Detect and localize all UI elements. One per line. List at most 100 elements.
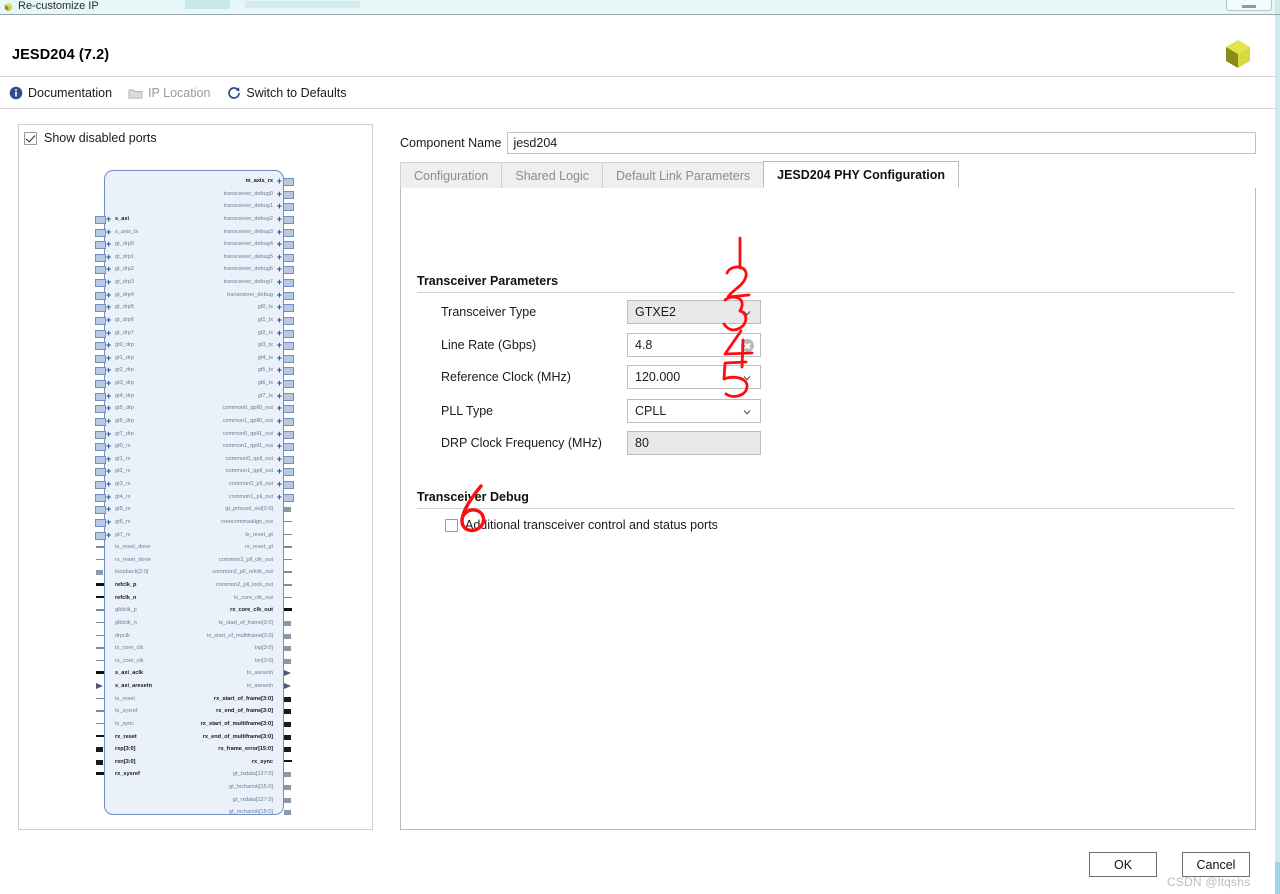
expand-port-icon[interactable]: + bbox=[277, 226, 282, 239]
combo-pll-type[interactable]: CPLL bbox=[627, 399, 761, 423]
expand-port-icon[interactable]: + bbox=[106, 289, 111, 302]
port-pin bbox=[95, 592, 105, 605]
additional-transceiver-ports-label: Additional transceiver control and statu… bbox=[465, 518, 718, 532]
expand-port-icon[interactable]: + bbox=[277, 301, 282, 314]
expand-port-icon[interactable]: + bbox=[106, 428, 111, 441]
port-pin bbox=[283, 806, 293, 819]
expand-port-icon[interactable]: + bbox=[106, 440, 111, 453]
port-label: transceiver_debug5 bbox=[223, 253, 273, 260]
expand-port-icon[interactable]: + bbox=[277, 390, 282, 403]
expand-port-icon[interactable]: + bbox=[106, 465, 111, 478]
input-drp-clock-frequency[interactable]: 80 bbox=[627, 431, 761, 455]
expand-port-icon[interactable]: + bbox=[277, 276, 282, 289]
toolbar-item-switch-to-defaults[interactable]: Switch to Defaults bbox=[226, 86, 346, 101]
port-pin bbox=[95, 642, 105, 655]
expand-port-icon[interactable]: + bbox=[277, 415, 282, 428]
port-label: tx_sync bbox=[115, 720, 134, 727]
tab-shared-logic[interactable]: Shared Logic bbox=[501, 162, 604, 188]
expand-port-icon[interactable]: + bbox=[106, 276, 111, 289]
expand-port-icon[interactable]: + bbox=[277, 428, 282, 441]
expand-port-icon[interactable]: + bbox=[106, 402, 111, 415]
label-drp-clock-frequency: DRP Clock Frequency (MHz) bbox=[441, 436, 602, 450]
label-transceiver-type: Transceiver Type bbox=[441, 305, 537, 319]
expand-port-icon[interactable]: + bbox=[106, 529, 111, 542]
expand-port-icon[interactable]: + bbox=[277, 175, 282, 188]
expand-port-icon[interactable]: + bbox=[106, 478, 111, 491]
expand-port-icon[interactable]: + bbox=[106, 238, 111, 251]
scrollbar-thumb[interactable] bbox=[1275, 862, 1280, 894]
expand-port-icon[interactable]: + bbox=[106, 415, 111, 428]
expand-port-icon[interactable]: + bbox=[106, 263, 111, 276]
cancel-button[interactable]: Cancel bbox=[1182, 852, 1250, 877]
clear-icon[interactable] bbox=[741, 339, 754, 352]
expand-port-icon[interactable]: + bbox=[106, 453, 111, 466]
input-line-rate[interactable]: 4.8 bbox=[627, 333, 761, 357]
tab-configuration[interactable]: Configuration bbox=[400, 162, 503, 188]
expand-port-icon[interactable]: + bbox=[277, 238, 282, 251]
expand-port-icon[interactable]: + bbox=[277, 377, 282, 390]
port-label: tx_core_clk bbox=[115, 645, 144, 652]
expand-port-icon[interactable]: + bbox=[106, 339, 111, 352]
expand-port-icon[interactable]: + bbox=[277, 314, 282, 327]
expand-port-icon[interactable]: + bbox=[277, 352, 282, 365]
expand-port-icon[interactable]: + bbox=[277, 327, 282, 340]
expand-port-icon[interactable]: + bbox=[106, 314, 111, 327]
expand-port-icon[interactable]: + bbox=[106, 503, 111, 516]
port-label: gt3_rx bbox=[115, 481, 131, 487]
field-row-transceiver-type: Transceiver Type GTXE2 bbox=[441, 300, 941, 324]
expand-port-icon[interactable]: + bbox=[277, 200, 282, 213]
expand-port-icon[interactable]: + bbox=[277, 213, 282, 226]
expand-port-icon[interactable]: + bbox=[277, 364, 282, 377]
toolbar-item-ip-location[interactable]: IP Location bbox=[128, 86, 210, 101]
expand-port-icon[interactable]: + bbox=[277, 339, 282, 352]
combo-transceiver-type[interactable]: GTXE2 bbox=[627, 300, 761, 324]
expand-port-icon[interactable]: + bbox=[277, 289, 282, 302]
expand-port-icon[interactable]: + bbox=[106, 213, 111, 226]
port-pin: + bbox=[95, 301, 111, 314]
expand-port-icon[interactable]: + bbox=[106, 364, 111, 377]
toolbar-item-documentation[interactable]: Documentation bbox=[8, 86, 112, 101]
expand-port-icon[interactable]: + bbox=[106, 377, 111, 390]
port-pin bbox=[283, 768, 293, 781]
port-pin bbox=[95, 604, 105, 617]
port-pin: + bbox=[277, 200, 294, 213]
expand-port-icon[interactable]: + bbox=[277, 478, 282, 491]
tab-jesd204-phy-configuration[interactable]: JESD204 PHY Configuration bbox=[763, 161, 959, 188]
expand-port-icon[interactable]: + bbox=[106, 491, 111, 504]
port-pin bbox=[283, 756, 293, 769]
port-label: gt1_tx bbox=[257, 316, 273, 323]
show-disabled-ports-checkbox[interactable] bbox=[24, 131, 37, 145]
expand-port-icon[interactable]: + bbox=[106, 327, 111, 340]
expand-port-icon[interactable]: + bbox=[277, 440, 282, 453]
expand-port-icon[interactable]: + bbox=[277, 188, 282, 201]
expand-port-icon[interactable]: + bbox=[277, 453, 282, 466]
expand-port-icon[interactable]: + bbox=[277, 491, 282, 504]
port-label: rx_core_clk bbox=[115, 657, 144, 664]
port-pin bbox=[95, 756, 105, 769]
component-name-input[interactable]: jesd204 bbox=[507, 132, 1256, 154]
expand-port-icon[interactable]: + bbox=[106, 226, 111, 239]
tab-default-link-parameters[interactable]: Default Link Parameters bbox=[602, 162, 765, 188]
row-additional-transceiver-ports[interactable]: Additional transceiver control and statu… bbox=[445, 518, 718, 532]
expand-port-icon[interactable]: + bbox=[106, 301, 111, 314]
minimize-icon[interactable] bbox=[1226, 0, 1272, 11]
additional-transceiver-ports-checkbox[interactable] bbox=[445, 518, 458, 532]
expand-port-icon[interactable]: + bbox=[277, 465, 282, 478]
expand-port-icon[interactable]: + bbox=[106, 251, 111, 264]
expand-port-icon[interactable]: + bbox=[106, 390, 111, 403]
port-pin: + bbox=[95, 314, 111, 327]
show-disabled-ports-row[interactable]: Show disabled ports bbox=[24, 131, 157, 145]
expand-port-icon[interactable]: + bbox=[106, 516, 111, 529]
ok-button[interactable]: OK bbox=[1089, 852, 1157, 877]
expand-port-icon[interactable]: + bbox=[277, 251, 282, 264]
port-pin bbox=[283, 503, 293, 516]
port-label: transceiver_debug1 bbox=[223, 203, 273, 210]
port-label: gt5_tx bbox=[257, 367, 273, 374]
expand-port-icon[interactable]: + bbox=[277, 402, 282, 415]
combo-reference-clock[interactable]: 120.000 bbox=[627, 365, 761, 389]
port-label: gt6_rx bbox=[115, 518, 131, 525]
expand-port-icon[interactable]: + bbox=[106, 352, 111, 365]
expand-port-icon[interactable]: + bbox=[277, 263, 282, 276]
port-label: transceiver_debug3 bbox=[223, 228, 273, 235]
port-pin: + bbox=[277, 465, 294, 478]
